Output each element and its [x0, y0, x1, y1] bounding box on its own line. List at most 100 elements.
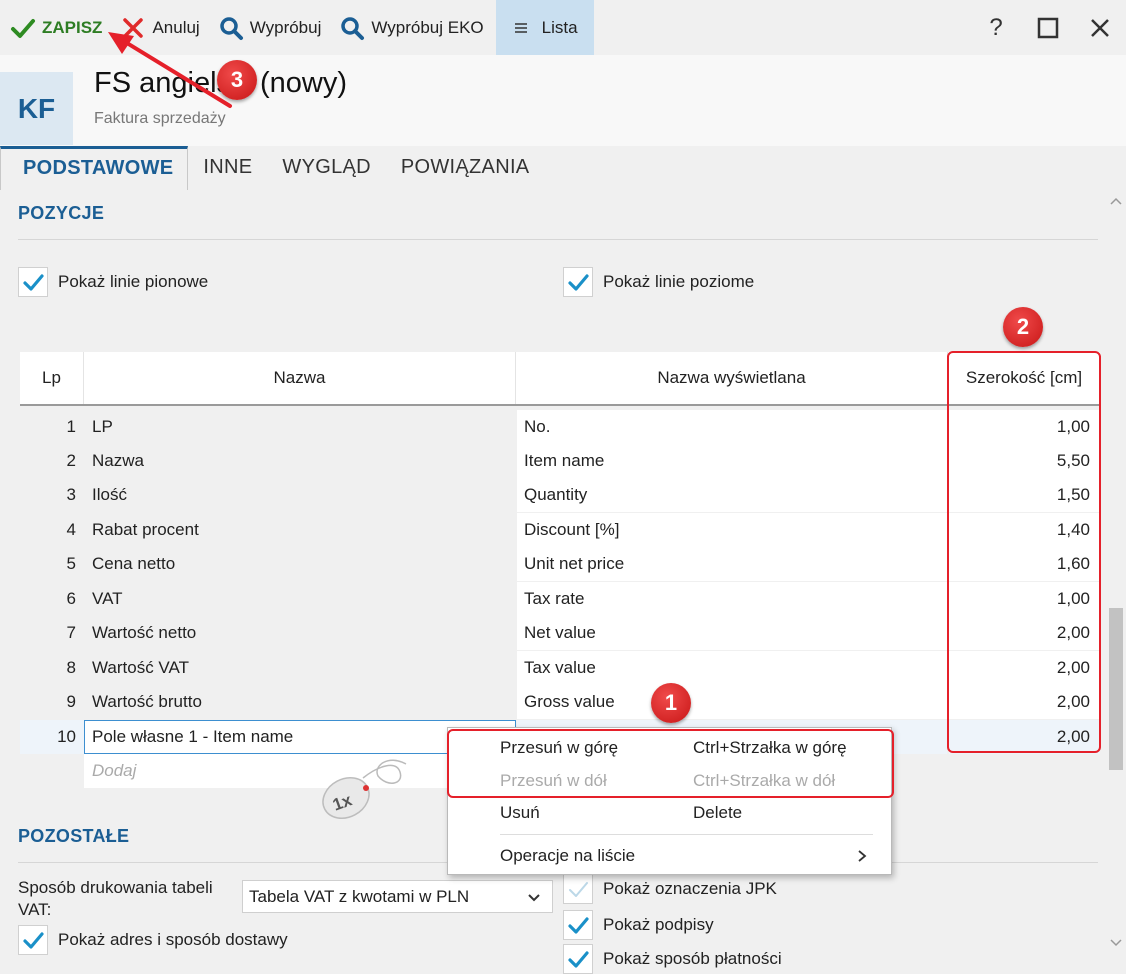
- checkmark-icon: [568, 951, 589, 968]
- cell-name[interactable]: LP: [92, 410, 512, 444]
- checkmark-icon: [568, 274, 589, 291]
- tab-podstawowe[interactable]: PODSTAWOWE: [0, 146, 189, 190]
- section-title-pozostale: POZOSTAŁE: [18, 826, 130, 846]
- grid-header: Lp Nazwa Nazwa wyświetlana Szerokość [cm…: [20, 352, 1100, 406]
- vat-table-select[interactable]: Tabela VAT z kwotami w PLN: [242, 880, 553, 913]
- cell-lp: 8: [66, 658, 76, 677]
- divider: [18, 239, 1098, 240]
- checkmark-icon: [23, 274, 44, 291]
- table-row[interactable]: 7 Wartość netto Net value 2,00: [20, 616, 1100, 650]
- horizontal-lines-checkbox[interactable]: Pokaż linie poziome: [563, 267, 754, 297]
- cell-display-name[interactable]: Quantity: [517, 478, 947, 512]
- checkbox-box[interactable]: [18, 267, 48, 297]
- vertical-lines-checkbox[interactable]: Pokaż linie pionowe: [18, 267, 208, 297]
- cell-name[interactable]: Wartość VAT: [92, 651, 512, 685]
- chevron-down-icon[interactable]: [1110, 938, 1122, 948]
- window-controls: ?: [970, 0, 1126, 55]
- help-button[interactable]: ?: [970, 0, 1022, 55]
- mouse-click-icon: [322, 759, 407, 819]
- cell-name[interactable]: Wartość netto: [92, 616, 512, 650]
- chevron-up-icon[interactable]: [1110, 196, 1122, 206]
- try-button-label: Wypróbuj: [249, 17, 322, 37]
- cell-display-name[interactable]: Tax rate: [517, 582, 947, 616]
- document-type-badge: KF: [0, 72, 73, 145]
- checkbox-box[interactable]: [563, 267, 593, 297]
- checkbox-box[interactable]: [563, 944, 593, 974]
- cell-lp: 9: [66, 692, 76, 711]
- checkmark-icon: [568, 917, 589, 934]
- chevron-down-icon: [528, 894, 540, 902]
- chevron-right-icon: [858, 850, 867, 862]
- search-icon: [341, 16, 365, 40]
- cell-lp: 6: [66, 589, 76, 608]
- table-row[interactable]: 6 VAT Tax rate 1,00: [20, 582, 1100, 616]
- cell-name[interactable]: Ilość: [92, 478, 512, 512]
- close-window-button[interactable]: [1074, 0, 1126, 55]
- checkbox-label: Pokaż podpisy: [603, 915, 714, 934]
- column-header-nazwa[interactable]: Nazwa: [84, 352, 516, 404]
- tab-powiazania[interactable]: POWIĄZANIA: [386, 146, 545, 190]
- try-eko-button-label: Wypróbuj EKO: [371, 17, 484, 37]
- menu-item-list-operations[interactable]: Operacje na liście: [448, 839, 891, 873]
- checkbox-box[interactable]: [18, 925, 48, 955]
- cell-lp: 10: [20, 720, 84, 754]
- vertical-scrollbar[interactable]: [1106, 190, 1126, 958]
- help-icon: ?: [989, 13, 1003, 41]
- table-row[interactable]: 4 Rabat procent Discount [%] 1,40: [20, 513, 1100, 547]
- close-icon: [1091, 18, 1109, 37]
- show-signatures-checkbox[interactable]: Pokaż podpisy: [563, 910, 714, 940]
- cell-display-name[interactable]: Tax value: [517, 651, 947, 685]
- table-row[interactable]: 1 LP No. 1,00: [20, 410, 1100, 444]
- tab-inne[interactable]: INNE: [188, 146, 267, 190]
- show-delivery-checkbox[interactable]: Pokaż adres i sposób dostawy: [18, 925, 288, 955]
- cell-lp: 7: [66, 623, 76, 642]
- vat-table-label: Sposób drukowania tabeli VAT:: [18, 878, 213, 919]
- menu-item-delete[interactable]: Usuń Delete: [448, 796, 891, 830]
- cell-display-name[interactable]: Net value: [517, 616, 947, 650]
- table-row[interactable]: 3 Ilość Quantity 1,50: [20, 478, 1100, 512]
- list-button[interactable]: Lista: [495, 0, 594, 55]
- cell-name[interactable]: VAT: [92, 582, 512, 616]
- menu-item-shortcut: Delete: [693, 803, 743, 822]
- checkbox-label: Pokaż oznaczenia JPK: [603, 879, 777, 898]
- cell-lp: 1: [66, 417, 76, 436]
- cell-display-name[interactable]: Gross value: [517, 685, 947, 719]
- section-title-pozycje: POZYCJE: [18, 203, 105, 223]
- annotation-highlight-move-items: [447, 729, 894, 798]
- tab-bar: PODSTAWOWE INNE WYGLĄD POWIĄZANIA: [0, 146, 1126, 190]
- tab-wyglad[interactable]: WYGLĄD: [267, 146, 385, 190]
- cell-display-name[interactable]: Item name: [517, 444, 947, 478]
- table-row[interactable]: 5 Cena netto Unit net price 1,60: [20, 547, 1100, 581]
- table-row[interactable]: 9 Wartość brutto Gross value 2,00: [20, 685, 1100, 719]
- cell-lp: 3: [66, 485, 76, 504]
- table-row[interactable]: 2 Nazwa Item name 5,50: [20, 444, 1100, 478]
- checkbox-label: Pokaż linie pionowe: [58, 272, 209, 291]
- cell-display-name[interactable]: No.: [517, 410, 947, 444]
- maximize-icon: [1037, 17, 1059, 38]
- menu-icon: [514, 22, 527, 33]
- checkbox-label: Pokaż linie poziome: [603, 272, 755, 291]
- column-header-lp[interactable]: Lp: [20, 352, 84, 404]
- cell-name[interactable]: Nazwa: [92, 444, 512, 478]
- cell-lp: 5: [66, 554, 76, 573]
- checkbox-box[interactable]: [563, 874, 593, 904]
- cell-display-name[interactable]: Discount [%]: [517, 513, 947, 547]
- checkbox-label: Pokaż sposób płatności: [603, 949, 782, 968]
- list-button-label: Lista: [541, 17, 578, 37]
- cell-name[interactable]: Cena netto: [92, 547, 512, 581]
- save-button[interactable]: ZAPISZ: [0, 0, 110, 55]
- cell-name[interactable]: Wartość brutto: [92, 685, 512, 719]
- column-header-nazwa-wyswietlana[interactable]: Nazwa wyświetlana: [516, 352, 948, 404]
- annotation-badge-2: 2: [1003, 307, 1043, 347]
- cell-name[interactable]: Rabat procent: [92, 513, 512, 547]
- cell-display-name[interactable]: Unit net price: [517, 547, 947, 581]
- table-row[interactable]: 8 Wartość VAT Tax value 2,00: [20, 651, 1100, 685]
- show-payment-checkbox[interactable]: Pokaż sposób płatności: [563, 944, 782, 974]
- show-jpk-checkbox[interactable]: Pokaż oznaczenia JPK: [563, 874, 777, 904]
- try-eko-button[interactable]: Wypróbuj EKO: [329, 0, 491, 55]
- annotation-badge-3: 3: [217, 60, 257, 100]
- maximize-button[interactable]: [1022, 0, 1074, 55]
- checkbox-box[interactable]: [563, 910, 593, 940]
- checkmark-icon: [569, 882, 588, 897]
- scrollbar-thumb[interactable]: [1109, 608, 1123, 770]
